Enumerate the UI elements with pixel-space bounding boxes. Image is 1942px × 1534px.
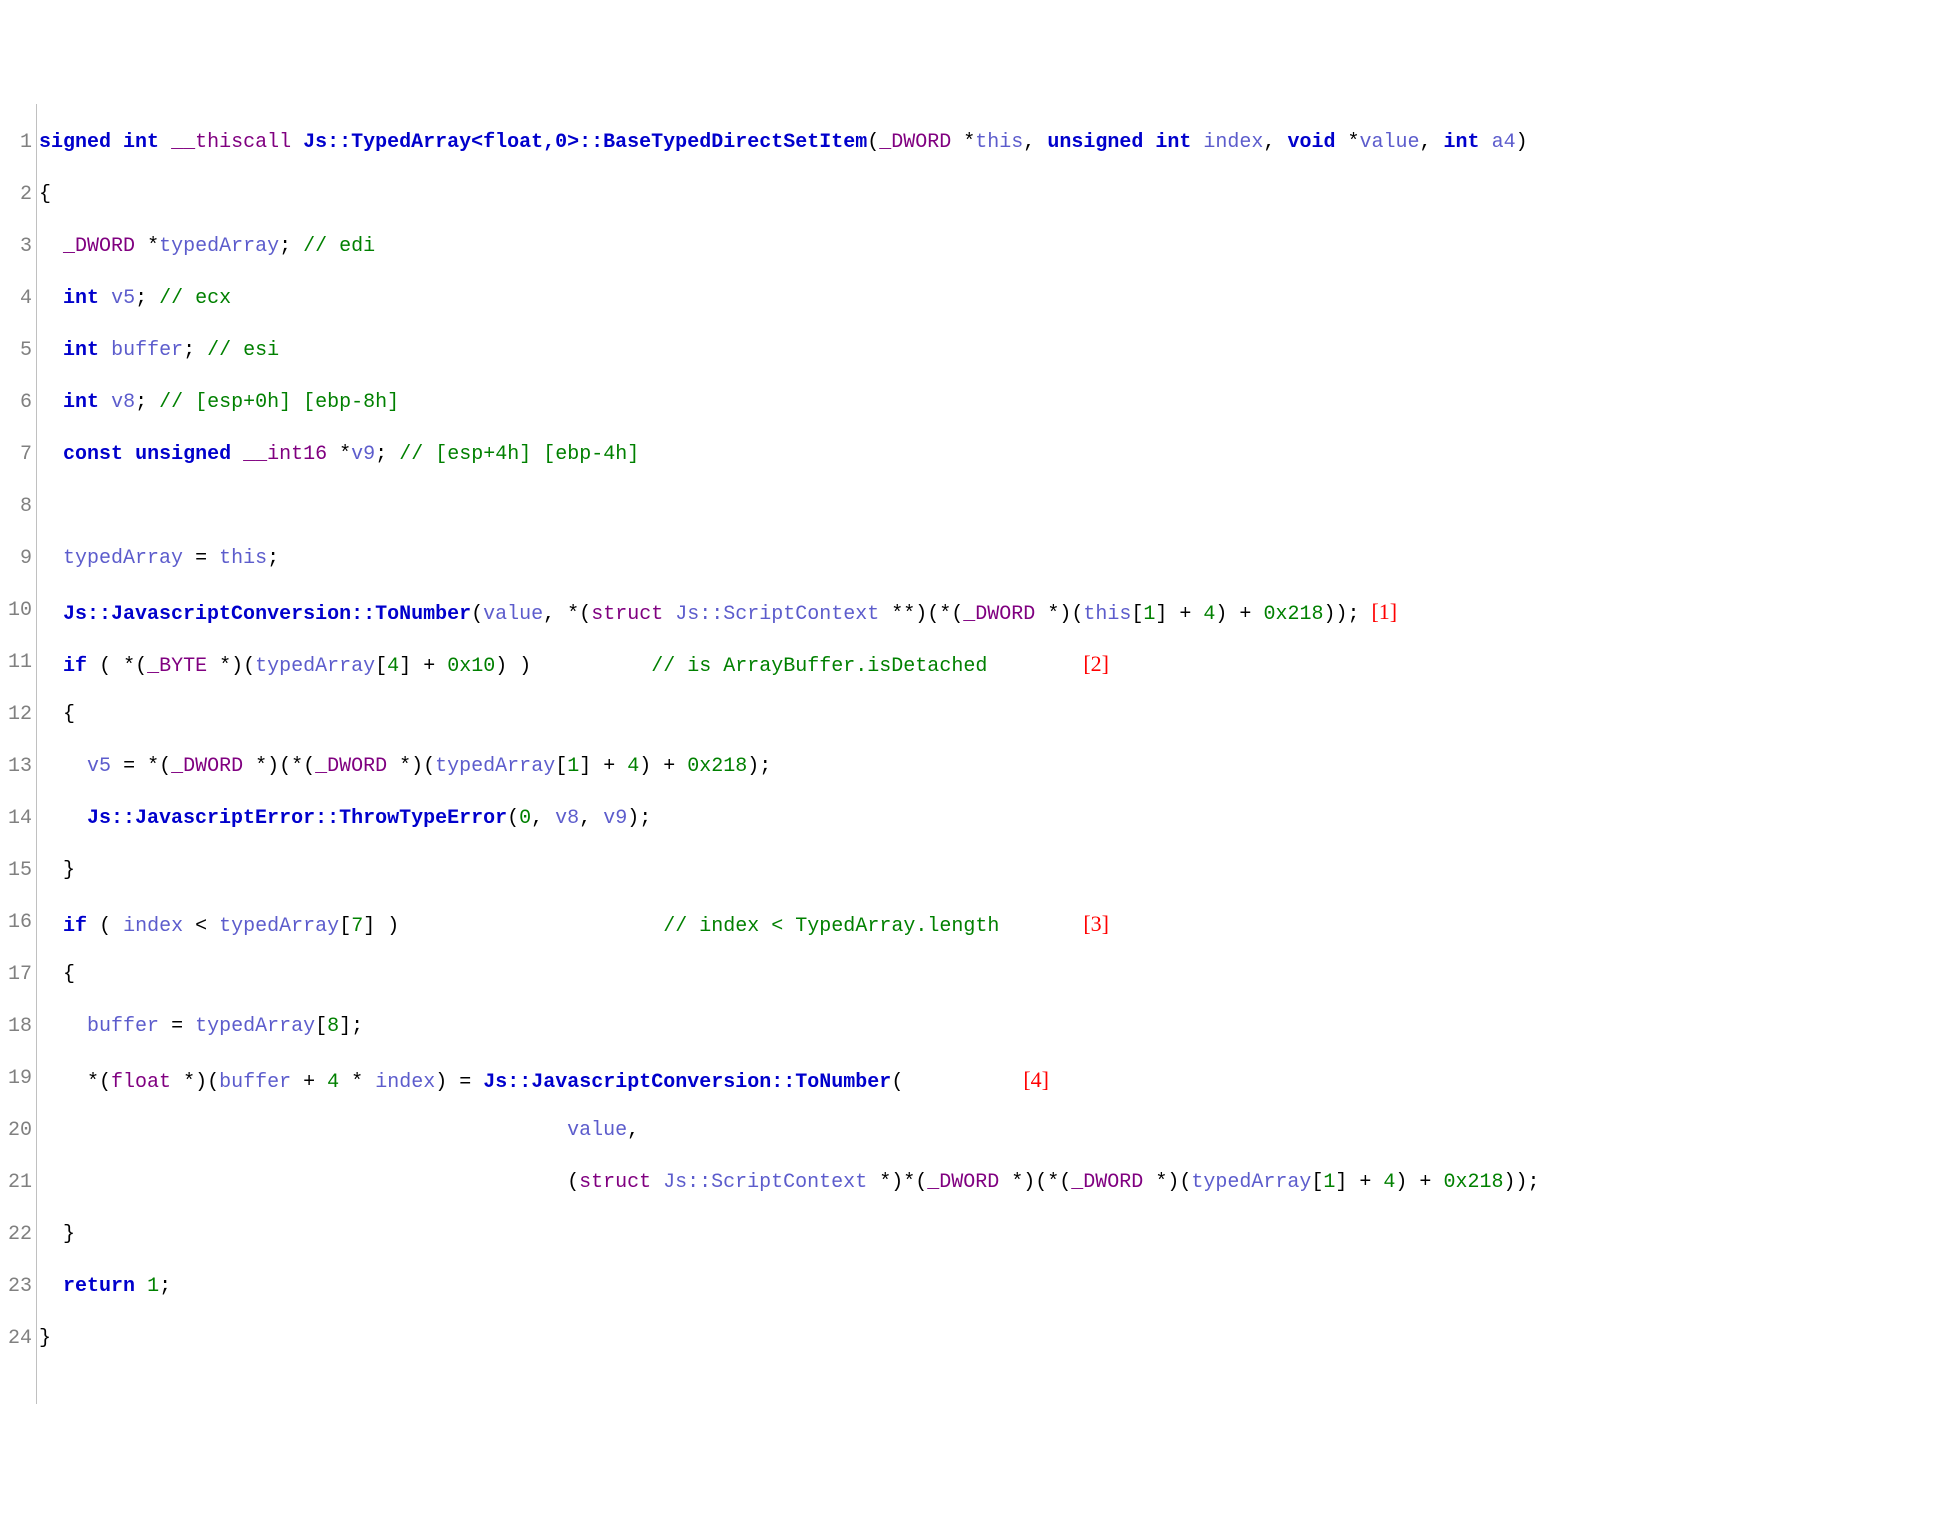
code-line[interactable]: Js::JavascriptConversion::ToNumber(value… xyxy=(39,598,1942,624)
code-line[interactable]: int v5; // ecx xyxy=(39,286,1942,312)
code-line[interactable]: typedArray = this; xyxy=(39,546,1942,572)
code-line[interactable]: } xyxy=(39,1326,1942,1352)
line-number: 4 xyxy=(8,286,32,312)
code-line[interactable]: } xyxy=(39,858,1942,884)
code-line[interactable]: if ( index < typedArray[7] ) // index < … xyxy=(39,910,1942,936)
line-number: 10 xyxy=(8,598,32,624)
code-line[interactable]: int buffer; // esi xyxy=(39,338,1942,364)
line-number: 24 xyxy=(8,1326,32,1352)
line-number: 16 xyxy=(8,910,32,936)
line-number: 18 xyxy=(8,1014,32,1040)
line-number: 5 xyxy=(8,338,32,364)
line-number: 9 xyxy=(8,546,32,572)
line-number: 19 xyxy=(8,1066,32,1092)
code-line[interactable]: _DWORD *typedArray; // edi xyxy=(39,234,1942,260)
line-number: 23 xyxy=(8,1274,32,1300)
line-number: 15 xyxy=(8,858,32,884)
line-number-gutter: 1 2 3 4 5 6 7 8 9 10 11 12 13 14 15 16 1… xyxy=(0,104,37,1404)
code-line[interactable]: if ( *(_BYTE *)(typedArray[4] + 0x10) ) … xyxy=(39,650,1942,676)
line-number: 2 xyxy=(8,182,32,208)
code-line[interactable]: { xyxy=(39,962,1942,988)
line-number: 11 xyxy=(8,650,32,676)
line-number: 8 xyxy=(8,494,32,520)
line-number: 6 xyxy=(8,390,32,416)
line-number: 3 xyxy=(8,234,32,260)
code-line[interactable]: int v8; // [esp+0h] [ebp-8h] xyxy=(39,390,1942,416)
code-line[interactable]: const unsigned __int16 *v9; // [esp+4h] … xyxy=(39,442,1942,468)
line-number: 1 xyxy=(8,130,32,156)
line-number: 14 xyxy=(8,806,32,832)
line-number: 21 xyxy=(8,1170,32,1196)
line-number: 12 xyxy=(8,702,32,728)
line-number: 22 xyxy=(8,1222,32,1248)
code-line[interactable]: (struct Js::ScriptContext *)*(_DWORD *)(… xyxy=(39,1170,1942,1196)
annotation-2: [2] xyxy=(1083,651,1109,676)
line-number: 20 xyxy=(8,1118,32,1144)
code-editor: 1 2 3 4 5 6 7 8 9 10 11 12 13 14 15 16 1… xyxy=(0,104,1942,1404)
code-line[interactable] xyxy=(39,494,1942,520)
line-number: 7 xyxy=(8,442,32,468)
code-line[interactable]: *(float *)(buffer + 4 * index) = Js::Jav… xyxy=(39,1066,1942,1092)
annotation-1: [1] xyxy=(1371,599,1397,624)
annotation-4: [4] xyxy=(1023,1067,1049,1092)
annotation-3: [3] xyxy=(1083,911,1109,936)
line-number: 13 xyxy=(8,754,32,780)
code-line[interactable]: v5 = *(_DWORD *)(*(_DWORD *)(typedArray[… xyxy=(39,754,1942,780)
code-line[interactable]: } xyxy=(39,1222,1942,1248)
code-line[interactable]: Js::JavascriptError::ThrowTypeError(0, v… xyxy=(39,806,1942,832)
code-line[interactable]: value, xyxy=(39,1118,1942,1144)
code-line[interactable]: buffer = typedArray[8]; xyxy=(39,1014,1942,1040)
line-number: 17 xyxy=(8,962,32,988)
code-line[interactable]: { xyxy=(39,182,1942,208)
code-area[interactable]: signed int __thiscall Js::TypedArray<flo… xyxy=(37,104,1942,1404)
code-line[interactable]: signed int __thiscall Js::TypedArray<flo… xyxy=(39,130,1942,156)
code-line[interactable]: { xyxy=(39,702,1942,728)
code-line[interactable]: return 1; xyxy=(39,1274,1942,1300)
